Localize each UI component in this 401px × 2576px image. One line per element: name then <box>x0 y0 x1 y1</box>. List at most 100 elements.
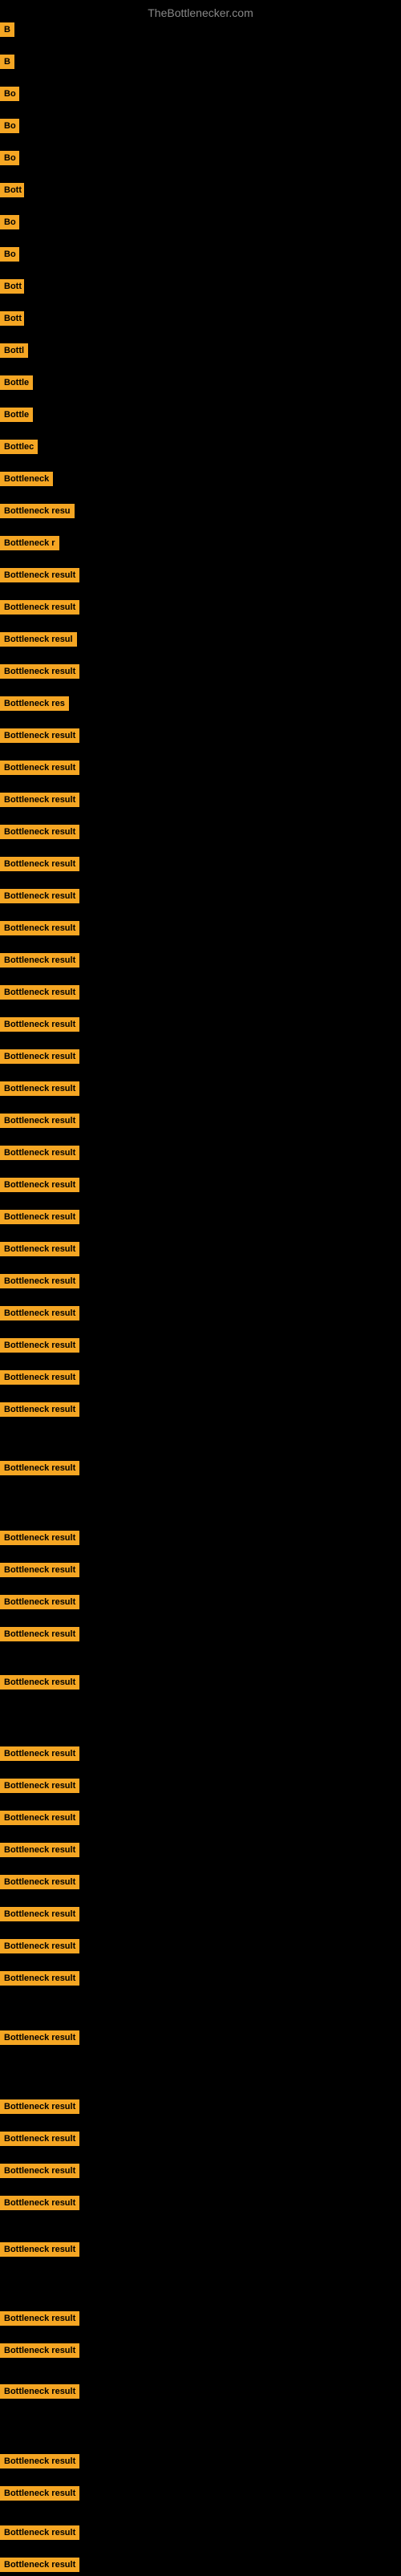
bottleneck-badge: Bottleneck result <box>0 825 79 839</box>
bottleneck-badge: Bottleneck result <box>0 2525 79 2540</box>
bottleneck-badge: Bottleneck result <box>0 1178 79 1192</box>
bottleneck-badge: Bottleneck result <box>0 985 79 1000</box>
bottleneck-badge: Bottleneck result <box>0 2486 79 2501</box>
badge-item: Bottleneck resul <box>0 632 77 651</box>
bottleneck-badge: Bottleneck result <box>0 568 79 582</box>
badge-item: Bottleneck result <box>0 2196 79 2214</box>
badge-item: Bottleneck result <box>0 1939 79 1957</box>
bottleneck-badge: Bottleneck result <box>0 2030 79 2045</box>
bottleneck-badge: Bottleneck r <box>0 536 59 550</box>
badge-item: Bottleneck result <box>0 2132 79 2150</box>
badge-item: Bottleneck result <box>0 921 79 939</box>
badge-item: Bottleneck result <box>0 1210 79 1228</box>
badge-item: Bottleneck result <box>0 2311 79 2330</box>
bottleneck-badge: Bottleneck result <box>0 761 79 775</box>
badge-item: Bottleneck result <box>0 1017 79 1036</box>
badge-item: Bottleneck result <box>0 857 79 875</box>
badge-item: Bottle <box>0 375 33 394</box>
bottleneck-badge: Bo <box>0 215 19 229</box>
badge-item: Bottleneck result <box>0 1563 79 1581</box>
bottleneck-badge: Bottle <box>0 375 33 390</box>
bottleneck-badge: Bottleneck result <box>0 1675 79 1690</box>
badge-item: Bottleneck result <box>0 664 79 683</box>
badge-item: Bott <box>0 279 24 298</box>
bottleneck-badge: Bottleneck result <box>0 1081 79 1096</box>
badge-item: Bottleneck result <box>0 1907 79 1925</box>
bottleneck-badge: Bottleneck result <box>0 1595 79 1609</box>
badge-item: Bottleneck result <box>0 1595 79 1613</box>
bottleneck-badge: Bott <box>0 183 24 197</box>
badge-item: Bottleneck result <box>0 825 79 843</box>
bottleneck-badge: Bottleneck result <box>0 1531 79 1545</box>
badge-item: Bott <box>0 311 24 330</box>
bottleneck-badge: Bottleneck result <box>0 1746 79 1761</box>
bottleneck-badge: Bottle <box>0 408 33 422</box>
badge-item: Bottl <box>0 343 28 362</box>
badge-item: Bottleneck r <box>0 536 59 554</box>
badge-item: Bottleneck res <box>0 696 69 715</box>
badge-item: Bottleneck <box>0 472 53 490</box>
bottleneck-badge: Bottl <box>0 343 28 358</box>
bottleneck-badge: Bottleneck result <box>0 1939 79 1953</box>
badge-item: Bo <box>0 215 19 233</box>
badge-item: Bottleneck result <box>0 1146 79 1164</box>
badge-item: Bottleneck result <box>0 793 79 811</box>
bottleneck-badge: Bottleneck result <box>0 1370 79 1385</box>
bottleneck-badge: Bottleneck result <box>0 793 79 807</box>
bottleneck-badge: Bo <box>0 87 19 101</box>
bottleneck-badge: Bottleneck result <box>0 1627 79 1641</box>
badge-item: Bottleneck resu <box>0 504 75 522</box>
bottleneck-badge: Bottleneck result <box>0 1049 79 1064</box>
bottleneck-badge: Bottleneck result <box>0 921 79 935</box>
badge-item: Bo <box>0 247 19 266</box>
bottleneck-badge: Bottleneck result <box>0 1306 79 1320</box>
bottleneck-badge: Bottleneck result <box>0 1146 79 1160</box>
bottleneck-badge: Bottleneck result <box>0 1843 79 1857</box>
badge-item: Bottleneck result <box>0 2486 79 2505</box>
bottleneck-badge: Bottleneck result <box>0 1971 79 1986</box>
bottleneck-badge: Bottleneck result <box>0 2384 79 2399</box>
badge-item: Bottleneck result <box>0 1531 79 1549</box>
site-title: TheBottlenecker.com <box>0 0 401 26</box>
bottleneck-badge: Bottleneck result <box>0 1114 79 1128</box>
badge-item: Bottleneck result <box>0 1306 79 1325</box>
bottleneck-badge: Bottleneck resu <box>0 504 75 518</box>
bottleneck-badge: Bottleneck resul <box>0 632 77 647</box>
badge-item: Bottleneck result <box>0 2030 79 2049</box>
badge-item: Bottleneck result <box>0 889 79 907</box>
bottleneck-badge: Bottleneck result <box>0 600 79 615</box>
bottleneck-badge: Bottleneck result <box>0 1338 79 1353</box>
bottleneck-badge: Bottleneck result <box>0 857 79 871</box>
badge-item: Bottleneck result <box>0 1242 79 1260</box>
bottleneck-badge: Bottleneck result <box>0 664 79 679</box>
badge-item: Bottleneck result <box>0 728 79 747</box>
bottleneck-badge: B <box>0 22 14 37</box>
bottleneck-badge: Bottleneck result <box>0 1779 79 1793</box>
badge-item: Bottleneck result <box>0 2099 79 2118</box>
badge-item: Bottleneck result <box>0 1370 79 1389</box>
bottleneck-badge: Bottleneck result <box>0 1017 79 1032</box>
badge-item: Bottleneck result <box>0 1178 79 1196</box>
badge-item: Bottleneck result <box>0 1627 79 1645</box>
badge-item: Bottleneck result <box>0 600 79 619</box>
bottleneck-badge: Bottleneck result <box>0 2343 79 2358</box>
badge-item: Bottleneck result <box>0 2242 79 2261</box>
bottleneck-badge: Bottleneck result <box>0 1402 79 1417</box>
bottleneck-badge: Bottleneck result <box>0 2132 79 2146</box>
badge-item: Bo <box>0 119 19 137</box>
bottleneck-badge: Bottleneck result <box>0 1907 79 1921</box>
badge-item: Bottleneck result <box>0 2343 79 2362</box>
bottleneck-badge: Bottleneck <box>0 472 53 486</box>
badge-item: Bo <box>0 151 19 169</box>
bottleneck-badge: B <box>0 55 14 69</box>
badge-item: Bottleneck result <box>0 1811 79 1829</box>
badge-item: Bottleneck result <box>0 1675 79 1694</box>
badge-item: Bottleneck result <box>0 2454 79 2473</box>
bottleneck-badge: Bottleneck result <box>0 2099 79 2114</box>
badge-item: Bott <box>0 183 24 201</box>
badge-item: Bottleneck result <box>0 1338 79 1357</box>
badge-item: Bottlec <box>0 440 38 458</box>
badge-item: Bottleneck result <box>0 1274 79 1292</box>
bottleneck-badge: Bottleneck result <box>0 2196 79 2210</box>
bottleneck-badge: Bottleneck result <box>0 2164 79 2178</box>
